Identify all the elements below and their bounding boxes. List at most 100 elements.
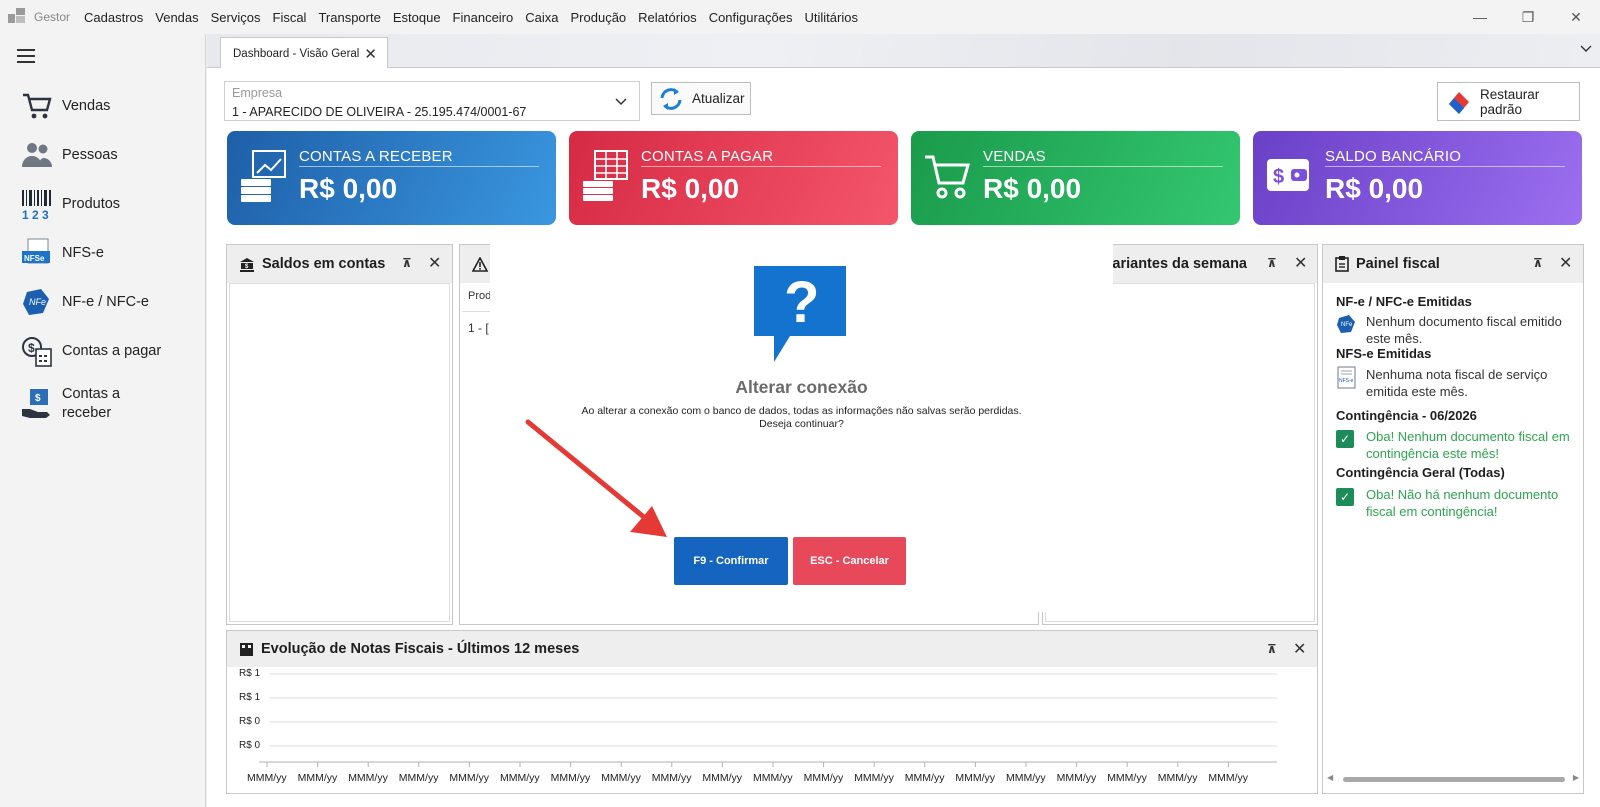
barcode-icon: 1 2 3 [20, 187, 54, 221]
x-tick-label: MMM/yy [1006, 772, 1046, 784]
sidebar-item-label: Contas a receber [62, 386, 121, 421]
pin-icon[interactable]: ⊼ [1267, 642, 1277, 656]
sidebar-item-label: NF-e / NFC-e [62, 293, 149, 310]
check-icon: ✓ [1336, 488, 1354, 506]
money-stack-icon [239, 149, 289, 203]
atualizar-button[interactable]: Atualizar [651, 82, 751, 115]
x-tick-label: MMM/yy [297, 772, 338, 784]
card-vendas[interactable]: VENDAS R$ 0,00 [911, 131, 1240, 225]
menu-utilitarios[interactable]: Utilitários [799, 10, 864, 25]
sidebar-item-contas-pagar[interactable]: $ Contas a pagar [20, 334, 161, 368]
menu-servicos[interactable]: Serviços [205, 10, 267, 25]
atualizar-label: Atualizar [692, 91, 745, 106]
fiscal-item-contingencia: ✓ Oba! Nenhum documento fiscal em contin… [1336, 428, 1576, 462]
sidebar-item-vendas[interactable]: Vendas [20, 89, 110, 123]
close-icon[interactable]: ✕ [1559, 253, 1572, 273]
minimize-button[interactable]: — [1456, 0, 1504, 34]
panel-header: $ Saldos em contas ⊼ ✕ [227, 245, 452, 283]
x-tick-label: MMM/yy [398, 772, 439, 784]
section-heading: Contingência Geral (Todas) [1336, 465, 1505, 480]
panel-body [229, 283, 450, 622]
menu-caixa[interactable]: Caixa [519, 10, 564, 25]
card-contas-pagar[interactable]: CONTAS A PAGAR R$ 0,00 [569, 131, 898, 225]
fiscal-text: Oba! Não há nenhum documento fiscal em c… [1366, 487, 1559, 519]
x-tick-label: MMM/yy [500, 772, 540, 784]
panel-painel-fiscal: Painel fiscal ⊼ ✕ NF-e / NFC-e Emitidas … [1322, 244, 1584, 794]
nfe-icon: NFe [20, 285, 54, 319]
panel-title: Saldos em contas [262, 256, 386, 272]
x-tick-label: MMM/yy [702, 772, 743, 784]
pin-icon[interactable]: ⊼ [1533, 256, 1543, 270]
cancel-button[interactable]: ESC - Cancelar [793, 537, 906, 585]
sidebar-item-label: NFS-e [62, 244, 104, 261]
money-hand-icon: $ [20, 387, 54, 421]
close-window-button[interactable]: ✕ [1552, 0, 1600, 34]
menu-relatorios[interactable]: Relatórios [632, 10, 703, 25]
section-heading: NFS-e Emitidas [1336, 346, 1432, 361]
restore-button[interactable]: ❐ [1504, 0, 1552, 34]
pin-icon[interactable]: ⊼ [1267, 256, 1277, 270]
question-icon: ? [754, 266, 846, 367]
scrollbar-thumb[interactable] [1343, 777, 1565, 782]
chevron-down-icon[interactable] [1580, 42, 1592, 56]
menu-cadastros[interactable]: Cadastros [78, 10, 149, 25]
y-tick-label: R$ 1 [239, 692, 261, 703]
close-icon[interactable]: ✕ [1294, 253, 1307, 273]
x-tick-label: MMM/yy [803, 772, 844, 784]
x-tick-label: MMM/yy [651, 772, 692, 784]
table-row[interactable]: 1 - [ [468, 321, 489, 335]
confirm-button[interactable]: F9 - Confirmar [674, 537, 788, 585]
card-title: CONTAS A PAGAR [641, 148, 774, 165]
menu-transporte[interactable]: Transporte [312, 10, 386, 25]
menu-configuracoes[interactable]: Configurações [703, 10, 799, 25]
spreadsheet-money-icon [581, 149, 631, 203]
app-logo-icon [8, 8, 26, 26]
tab-label: Dashboard - Visão Geral [233, 47, 360, 60]
panel-title: Painel fiscal [1356, 256, 1440, 272]
restaurar-padrao-button[interactable]: Restaurar padrão [1437, 82, 1580, 121]
panel-saldos-contas: $ Saldos em contas ⊼ ✕ [226, 244, 453, 625]
card-saldo-bancario[interactable]: $ SALDO BANCÁRIO R$ 0,00 [1253, 131, 1582, 225]
calculator-icon: $ [20, 334, 54, 368]
chart-evolucao: R$ 1 R$ 1 R$ 0 R$ 0 MMM/yy MMM/yy MMM/yy MMM/y… [229, 668, 1314, 788]
scroll-left-icon[interactable]: ◀ [1327, 773, 1333, 782]
empresa-select[interactable]: Empresa 1 - APARECIDO DE OLIVEIRA - 25.1… [224, 81, 640, 121]
svg-text:NFS-e: NFS-e [1339, 378, 1354, 384]
y-tick-label: R$ 0 [239, 716, 261, 727]
menu-vendas[interactable]: Vendas [149, 10, 204, 25]
pin-icon[interactable]: ⊼ [402, 256, 412, 270]
clipboard-icon [1335, 256, 1349, 272]
panel-header: Painel fiscal ⊼ ✕ [1323, 245, 1583, 283]
svg-text:?: ? [784, 270, 819, 335]
panel-title: ersariantes da semana [1090, 256, 1247, 272]
close-icon[interactable]: ✕ [428, 253, 441, 273]
x-tick-label: MMM/yy [348, 772, 388, 784]
hamburger-menu-icon[interactable] [17, 49, 35, 67]
card-value: R$ 0,00 [1325, 173, 1424, 204]
menu-estoque[interactable]: Estoque [387, 10, 447, 25]
x-tick-label: MMM/yy [1157, 772, 1198, 784]
menu-fiscal[interactable]: Fiscal [267, 10, 313, 25]
menu-financeiro[interactable]: Financeiro [447, 10, 520, 25]
sidebar-item-nfe[interactable]: NFe NF-e / NFC-e [20, 285, 149, 319]
close-icon[interactable]: ✕ [1293, 639, 1306, 659]
sidebar: Vendas Pessoas 1 2 3 Produtos NFSe NFS-e… [0, 34, 206, 807]
svg-text:$: $ [28, 341, 35, 355]
sidebar-item-nfse[interactable]: NFSe NFS-e [20, 236, 104, 270]
x-tick-label: MMM/yy [1107, 772, 1147, 784]
card-contas-receber[interactable]: CONTAS A RECEBER R$ 0,00 [227, 131, 556, 225]
menu-bar: Gestor Cadastros Vendas Serviços Fiscal … [0, 0, 1600, 34]
menu-producao[interactable]: Produção [565, 10, 633, 25]
sidebar-item-label: Produtos [62, 195, 121, 212]
close-tab-icon[interactable]: ✕ [364, 45, 377, 63]
horizontal-scrollbar[interactable]: ◀ ▶ [1327, 773, 1579, 785]
sidebar-item-produtos[interactable]: 1 2 3 Produtos [20, 187, 120, 221]
svg-text:NFSe: NFSe [24, 254, 45, 263]
people-icon [20, 138, 54, 172]
scroll-right-icon[interactable]: ▶ [1573, 773, 1579, 782]
sidebar-item-pessoas[interactable]: Pessoas [20, 138, 118, 172]
svg-text:NFe: NFe [1341, 322, 1353, 328]
sidebar-item-contas-receber[interactable]: $ Contas a receber [20, 385, 120, 423]
tab-dashboard[interactable]: Dashboard - Visão Geral ✕ [220, 37, 388, 69]
card-title: VENDAS [983, 148, 1046, 165]
